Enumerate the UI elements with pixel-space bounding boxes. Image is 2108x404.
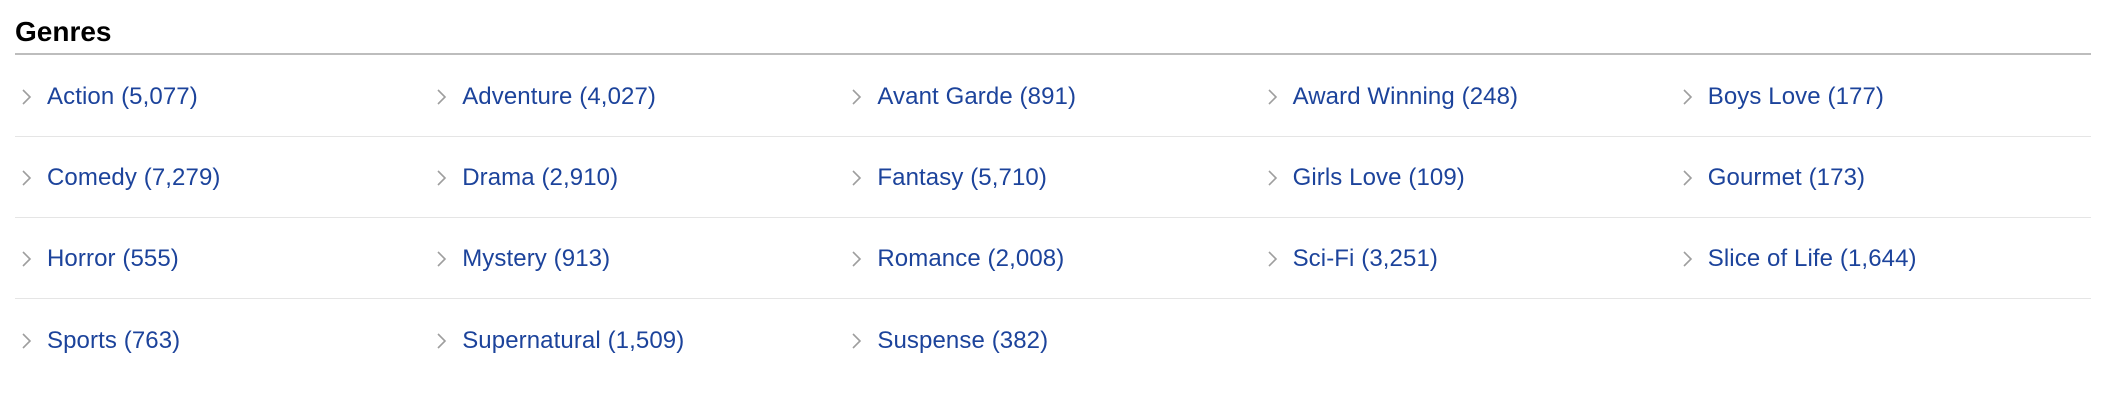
- chevron-right-icon: [435, 248, 449, 270]
- title-divider: [15, 53, 2091, 55]
- chevron-right-icon: [850, 86, 864, 108]
- chevron-right-icon: [435, 167, 449, 189]
- chevron-right-icon: [20, 167, 34, 189]
- genre-row: Horror (555) Mystery (913) Romance (2,00…: [15, 218, 2091, 299]
- genre-link[interactable]: Sports (763): [47, 327, 180, 355]
- genre-item[interactable]: Girls Love (109): [1261, 137, 1676, 217]
- chevron-right-icon: [1266, 248, 1280, 270]
- genre-item[interactable]: Romance (2,008): [845, 218, 1260, 298]
- genre-link[interactable]: Action (5,077): [47, 83, 198, 111]
- genre-link[interactable]: Suspense (382): [877, 327, 1048, 355]
- chevron-right-icon: [1266, 167, 1280, 189]
- genre-link[interactable]: Horror (555): [47, 245, 179, 273]
- genre-item[interactable]: Slice of Life (1,644): [1676, 218, 2091, 298]
- genre-link[interactable]: Sci-Fi (3,251): [1293, 245, 1438, 273]
- chevron-right-icon: [850, 330, 864, 352]
- genre-item[interactable]: Boys Love (177): [1676, 56, 2091, 136]
- genre-item[interactable]: Mystery (913): [430, 218, 845, 298]
- chevron-right-icon: [435, 86, 449, 108]
- genre-item[interactable]: Comedy (7,279): [15, 137, 430, 217]
- genre-item[interactable]: Gourmet (173): [1676, 137, 2091, 217]
- chevron-right-icon: [20, 86, 34, 108]
- genre-link[interactable]: Mystery (913): [462, 245, 610, 273]
- genre-link[interactable]: Adventure (4,027): [462, 83, 656, 111]
- genre-link[interactable]: Girls Love (109): [1293, 164, 1465, 192]
- chevron-right-icon: [850, 248, 864, 270]
- genre-item[interactable]: Fantasy (5,710): [845, 137, 1260, 217]
- chevron-right-icon: [20, 248, 34, 270]
- genre-row: Action (5,077) Adventure (4,027) Avant G…: [15, 56, 2091, 137]
- genre-grid: Action (5,077) Adventure (4,027) Avant G…: [15, 56, 2091, 380]
- genre-row: Comedy (7,279) Drama (2,910) Fantasy (5,…: [15, 137, 2091, 218]
- genre-item[interactable]: Drama (2,910): [430, 137, 845, 217]
- genre-link[interactable]: Boys Love (177): [1708, 83, 1884, 111]
- chevron-right-icon: [1681, 248, 1695, 270]
- genre-row: Sports (763) Supernatural (1,509) Suspen…: [15, 299, 2091, 380]
- genre-link[interactable]: Avant Garde (891): [877, 83, 1076, 111]
- genre-item[interactable]: Avant Garde (891): [845, 56, 1260, 136]
- genre-link[interactable]: Supernatural (1,509): [462, 327, 684, 355]
- genre-link[interactable]: Slice of Life (1,644): [1708, 245, 1917, 273]
- chevron-right-icon: [435, 330, 449, 352]
- genre-item[interactable]: Adventure (4,027): [430, 56, 845, 136]
- section-title: Genres: [15, 16, 112, 47]
- genre-item[interactable]: Sports (763): [15, 299, 430, 380]
- genre-link[interactable]: Gourmet (173): [1708, 164, 1865, 192]
- chevron-right-icon: [20, 330, 34, 352]
- genre-link[interactable]: Award Winning (248): [1293, 83, 1519, 111]
- genre-link[interactable]: Drama (2,910): [462, 164, 618, 192]
- genre-link[interactable]: Comedy (7,279): [47, 164, 220, 192]
- genre-item[interactable]: Award Winning (248): [1261, 56, 1676, 136]
- chevron-right-icon: [1681, 86, 1695, 108]
- genre-item[interactable]: Supernatural (1,509): [430, 299, 845, 380]
- genre-link[interactable]: Romance (2,008): [877, 245, 1064, 273]
- chevron-right-icon: [850, 167, 864, 189]
- genre-item[interactable]: Action (5,077): [15, 56, 430, 136]
- genre-item[interactable]: Sci-Fi (3,251): [1261, 218, 1676, 298]
- chevron-right-icon: [1266, 86, 1280, 108]
- genres-section: Genres Action (5,077) Adventure (4,027) …: [0, 0, 2108, 404]
- genre-item[interactable]: Suspense (382): [845, 299, 1260, 380]
- genre-item[interactable]: Horror (555): [15, 218, 430, 298]
- genre-link[interactable]: Fantasy (5,710): [877, 164, 1047, 192]
- chevron-right-icon: [1681, 167, 1695, 189]
